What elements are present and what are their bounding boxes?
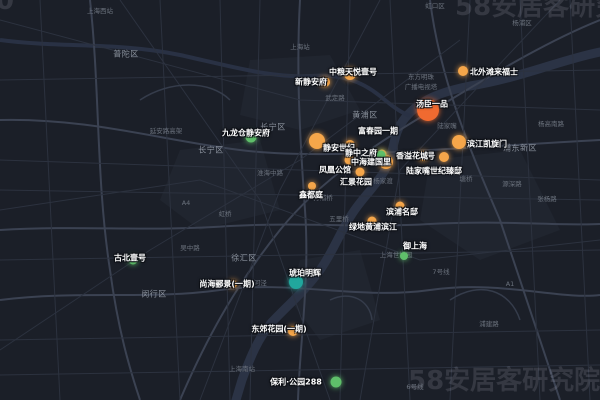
marker-beiwaitan[interactable] [458,66,468,76]
label-wuzhong: 吴中路 [180,244,200,252]
label-liuxian: 杨高南路 [538,120,564,128]
poi-label-yijiangbinjiang[interactable]: 绿地黄浦滨江 [349,222,397,233]
district-putuo: 普陀区 [113,49,139,59]
label-huaihai: 淮海中路 [257,169,283,177]
poi-label-zhongyuan[interactable]: 中粮天悦壹号 [329,67,377,78]
label-shanghai-xizhan: 上海西站 [87,7,113,15]
label-line-7: 7号线 [432,268,450,276]
label-shanghai-zhan: 上海站 [290,43,310,51]
label-a4: A4 [181,199,191,207]
poi-label-tangchen[interactable]: 汤臣一品 [416,99,448,110]
poi-label-yuanshen[interactable]: 陆家嘴世纪臻邸 [406,166,462,177]
label-wuding: 武定路 [325,94,345,102]
poi-label-xinchao[interactable]: 鑫都庭 [299,190,323,201]
marker-binjiang[interactable] [452,135,466,149]
label-dongfangmingzhu: 东方明珠 广播电视塔 [404,73,438,91]
map-canvas[interactable]: 58安居客研究院 58安居客研究院 0 普陀区 黄浦区 徐汇区 长宁区 闵行区 … [0,0,600,400]
marker-yuanshen[interactable] [439,152,449,162]
poi-label-hongqiaoyi[interactable]: 古北壹号 [114,253,146,264]
label-wulijiao: 五里桥 [329,215,349,223]
district-pudong: 浦东新区 [503,143,537,153]
poi-label-xinjingxing[interactable]: 新静安府 [295,77,327,88]
poi-label-xuhuibinjiang[interactable]: 御上海 [403,241,427,252]
label-zhangyang: 张杨路 [537,195,557,203]
label-yangpu: 杨浦区 [512,19,532,27]
marker-baoli[interactable] [330,376,342,388]
district-xuhui: 徐汇区 [231,253,257,263]
poi-label-fenglin[interactable]: 凤凰公馆 [319,165,351,176]
poi-label-binjiang[interactable]: 滨江凯旋门 [467,139,507,150]
district-huangpu: 黄浦区 [352,110,378,120]
poi-label-xingfu[interactable]: 香溢花城 [396,151,428,162]
poi-label-jingzhong[interactable]: 静中之府 [345,148,377,159]
label-yangjiadu: 杨家渡 [373,177,393,185]
marker-huijing[interactable] [355,167,365,177]
poi-label-binpu[interactable]: 滨浦名邸 [386,207,418,218]
label-shanghai-nanzhan: 上海南站 [229,365,255,373]
label-yanan: 延安路高架 [149,127,183,135]
poi-label-beiwaitan[interactable]: 北外滩来福士 [470,67,518,78]
label-lujiazui: 陆家嘴 [437,122,457,130]
poi-label-fuchun[interactable]: 富春园一期 [358,126,398,137]
label-hongkou: 虹口区 [425,2,445,10]
poi-label-dongjiao[interactable]: 东郊花园(一期) [251,324,306,335]
label-pujian: 浦建路 [479,320,499,328]
label-a1: A1 [505,280,515,288]
poi-label-jinxiu[interactable]: 琥珀明辉 [289,268,321,279]
poi-label-wanke[interactable]: 尚海郦景(一期) [199,279,254,290]
poi-label-huijing[interactable]: 汇景花园 [340,177,372,188]
label-yuanshen: 源深路 [502,180,522,188]
district-minhang: 闵行区 [141,289,167,299]
poi-label-baoli[interactable]: 保利·公园288 [270,377,322,388]
label-line-6: 6号线 [406,383,424,391]
marker-xuhuibinjiang[interactable] [400,252,408,260]
district-changning: 长宁区 [198,145,224,155]
poi-label-jiuguang[interactable]: 九龙仓静安府 [222,128,270,139]
label-hongqiao: 虹桥 [218,210,232,218]
